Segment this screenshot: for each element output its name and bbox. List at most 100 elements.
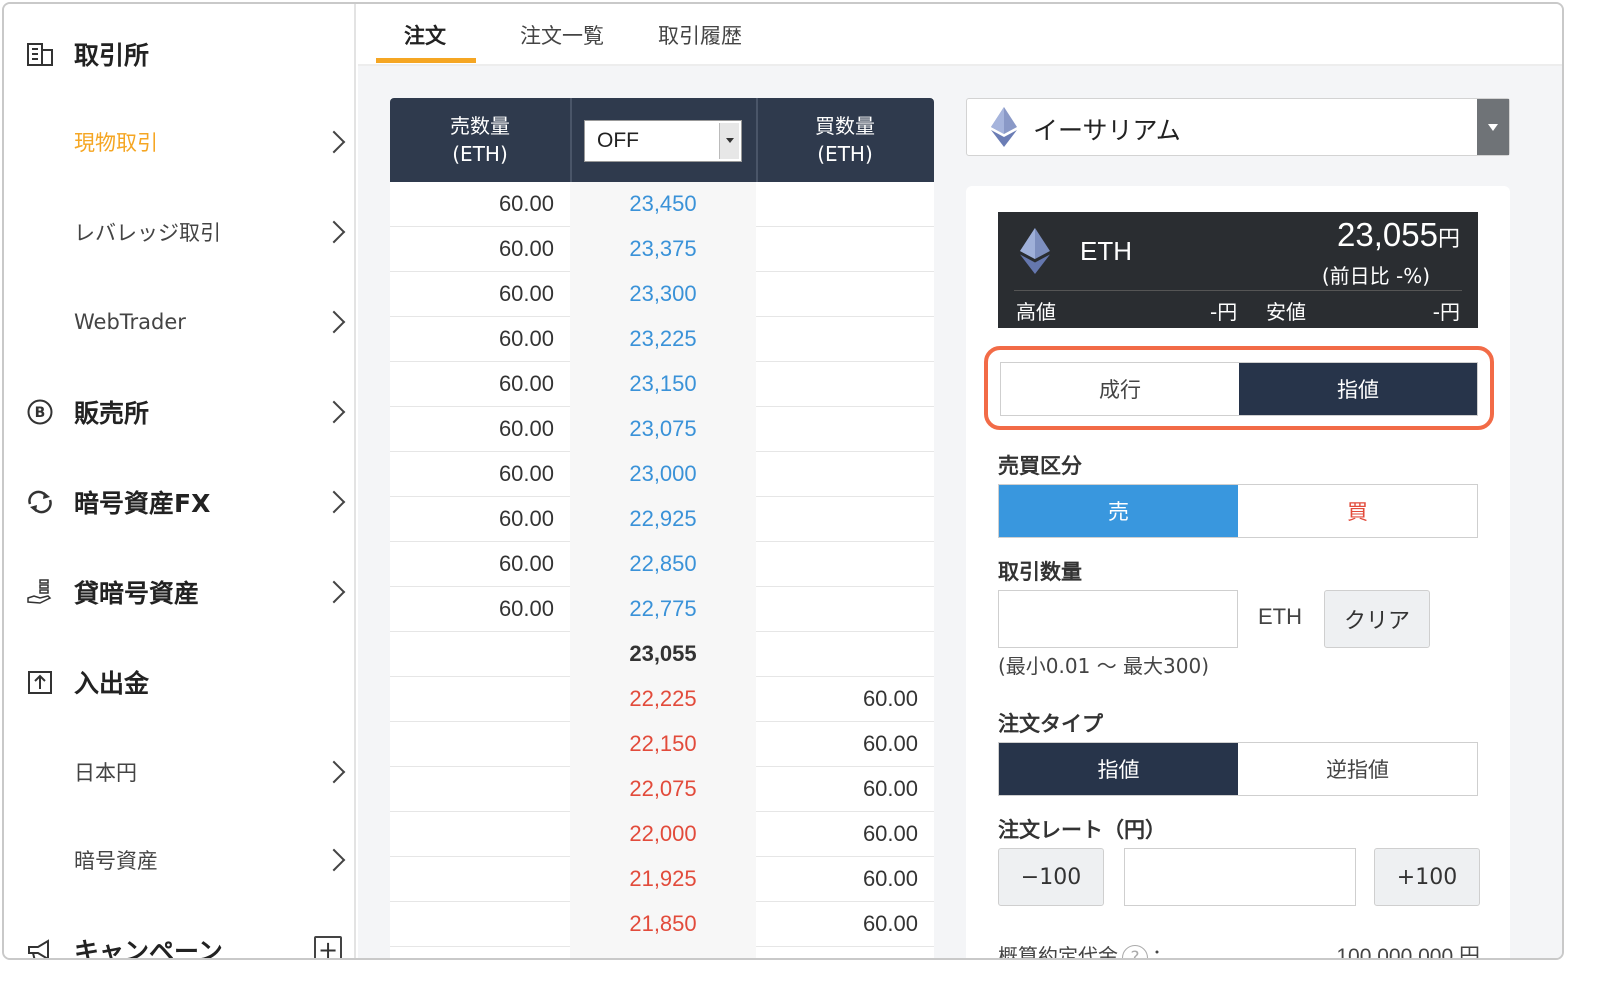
estimate-label: 概算約定代金 bbox=[998, 944, 1118, 960]
sidebar-item-spot[interactable]: 現物取引 bbox=[4, 112, 356, 172]
sidebar-item-exchange[interactable]: 取引所 bbox=[4, 24, 356, 84]
low-label: 安値 bbox=[1266, 300, 1306, 324]
buy-qty-cell: 60.00 bbox=[862, 686, 918, 711]
ticker-price-unit: 円 bbox=[1437, 226, 1460, 251]
price-cell-bg bbox=[570, 947, 756, 958]
tab-order-list[interactable]: 注文一覧 bbox=[520, 20, 604, 50]
tab-trade-history[interactable]: 取引履歴 bbox=[658, 20, 742, 50]
sell-qty-cell: 60.00 bbox=[498, 596, 554, 621]
rate-label: 注文レート（円） bbox=[998, 818, 1166, 842]
market-order-button[interactable]: 成行 bbox=[1001, 363, 1239, 415]
order-book-row[interactable]: 22,075 60.00 bbox=[390, 767, 934, 812]
order-book-row[interactable]: 60.00 22,850 bbox=[390, 542, 934, 587]
order-book-row[interactable]: 60.00 23,375 bbox=[390, 227, 934, 272]
chevron-right-icon bbox=[322, 130, 346, 154]
type-limit-button[interactable]: 指値 bbox=[999, 743, 1238, 795]
chevron-right-icon bbox=[322, 220, 346, 244]
sidebar-item-label: WebTrader bbox=[74, 310, 186, 334]
dropdown-arrow-icon bbox=[719, 123, 739, 159]
sidebar-item-label: 暗号資産 bbox=[74, 849, 158, 873]
chevron-right-icon bbox=[322, 490, 346, 514]
high-value: -円 bbox=[1210, 300, 1238, 324]
buy-button[interactable]: 買 bbox=[1238, 485, 1477, 537]
ask-price-cell: 22,850 bbox=[629, 551, 697, 576]
limit-order-button[interactable]: 指値 bbox=[1239, 363, 1477, 415]
sell-qty-cell: 60.00 bbox=[498, 236, 554, 261]
order-book-row[interactable]: 60.00 22,925 bbox=[390, 497, 934, 542]
sidebar-item-crypto[interactable]: 暗号資産 bbox=[4, 830, 356, 890]
sidebar-item-campaign[interactable]: キャンペーン + bbox=[4, 920, 356, 958]
chevron-right-icon bbox=[322, 400, 346, 424]
ask-price-cell: 23,150 bbox=[629, 371, 697, 396]
order-book-row[interactable]: 21,925 60.00 bbox=[390, 857, 934, 902]
sidebar-item-leverage[interactable]: レバレッジ取引 bbox=[4, 202, 356, 262]
order-book-row[interactable]: 60.00 23,300 bbox=[390, 272, 934, 317]
low-value: -円 bbox=[1432, 300, 1460, 324]
dropdown-arrow-icon bbox=[1477, 99, 1509, 155]
chevron-right-icon bbox=[322, 848, 346, 872]
hand-coins-icon bbox=[24, 576, 56, 608]
sell-qty-header: 売数量 (ETH) bbox=[390, 112, 570, 168]
order-book-row[interactable]: 21,850 60.00 bbox=[390, 902, 934, 947]
clear-button[interactable]: クリア bbox=[1324, 590, 1430, 648]
order-book-row[interactable]: 60.00 23,000 bbox=[390, 452, 934, 497]
order-book-row[interactable]: 60.00 23,450 bbox=[390, 182, 934, 227]
price-grouping-select[interactable]: OFF bbox=[584, 120, 742, 162]
ethereum-icon bbox=[991, 107, 1017, 151]
expand-plus-icon[interactable]: + bbox=[314, 936, 342, 958]
order-panel: ETH 23,055円 (前日比 -%) 高値 -円 安値 -円 成行 指値 売… bbox=[966, 186, 1510, 960]
order-book-row[interactable]: 22,150 60.00 bbox=[390, 722, 934, 767]
sell-qty-cell: 60.00 bbox=[498, 506, 554, 531]
chevron-right-icon bbox=[322, 310, 346, 334]
rate-minus-button[interactable]: −100 bbox=[998, 848, 1104, 906]
qty-input[interactable] bbox=[998, 590, 1238, 648]
order-book-row[interactable]: 22,225 60.00 bbox=[390, 677, 934, 722]
sidebar-item-label: 貸暗号資産 bbox=[74, 579, 200, 608]
price-grouping-value: OFF bbox=[597, 129, 639, 152]
order-book-row[interactable]: 60.00 23,225 bbox=[390, 317, 934, 362]
sell-qty-cell: 60.00 bbox=[498, 461, 554, 486]
order-book-row[interactable]: 23,055 bbox=[390, 632, 934, 677]
order-book-row[interactable]: 22,000 60.00 bbox=[390, 812, 934, 857]
order-book-row[interactable] bbox=[390, 947, 934, 958]
sidebar-item-jpy[interactable]: 日本円 bbox=[4, 742, 356, 802]
sell-button[interactable]: 売 bbox=[999, 485, 1238, 537]
order-book-row[interactable]: 60.00 23,075 bbox=[390, 407, 934, 452]
header-divider bbox=[570, 98, 572, 182]
rate-input[interactable] bbox=[1124, 848, 1356, 906]
help-icon[interactable]: ? bbox=[1122, 944, 1148, 958]
deposit-box-icon bbox=[24, 666, 56, 698]
order-book-row[interactable]: 60.00 23,150 bbox=[390, 362, 934, 407]
asset-select[interactable]: イーサリアム bbox=[966, 98, 1510, 156]
sidebar-item-webtrader[interactable]: WebTrader bbox=[4, 292, 356, 352]
ticker-price-value: 23,055 bbox=[1337, 216, 1438, 253]
buy-qty-cell: 60.00 bbox=[862, 866, 918, 891]
sell-qty-cell: 60.00 bbox=[498, 191, 554, 216]
sidebar-item-sales[interactable]: B 販売所 bbox=[4, 382, 356, 442]
sidebar-item-label: 暗号資産FX bbox=[74, 489, 211, 518]
sidebar-item-label: 取引所 bbox=[74, 41, 150, 70]
chevron-right-icon bbox=[322, 580, 346, 604]
buy-qty-cell: 60.00 bbox=[862, 776, 918, 801]
order-book-header: 売数量 (ETH) OFF 買数量 (ETH) bbox=[390, 98, 934, 182]
last-price-cell: 23,055 bbox=[629, 641, 697, 666]
sidebar-item-label: 現物取引 bbox=[74, 131, 158, 155]
asset-select-value: イーサリアム bbox=[1033, 116, 1181, 145]
estimate-colon: ： bbox=[1152, 944, 1172, 960]
sidebar-item-lending[interactable]: 貸暗号資産 bbox=[4, 562, 356, 622]
sidebar-item-deposit[interactable]: 入出金 bbox=[4, 652, 356, 712]
qty-hint: (最小0.01 〜 最大300) bbox=[998, 654, 1210, 678]
sidebar-item-fx[interactable]: 暗号資産FX bbox=[4, 472, 356, 532]
tab-order[interactable]: 注文 bbox=[404, 20, 446, 50]
buy-qty-cell: 60.00 bbox=[862, 821, 918, 846]
tab-bar: 注文 注文一覧 取引履歴 bbox=[358, 4, 1562, 66]
type-stop-button[interactable]: 逆指値 bbox=[1238, 743, 1477, 795]
order-book-row[interactable]: 60.00 22,775 bbox=[390, 587, 934, 632]
buy-qty-header: 買数量 (ETH) bbox=[756, 112, 934, 168]
buy-qty-cell: 60.00 bbox=[862, 731, 918, 756]
ticker-divider bbox=[1014, 290, 1462, 291]
bid-price-cell: 22,000 bbox=[629, 821, 697, 846]
rate-plus-button[interactable]: +100 bbox=[1374, 848, 1480, 906]
bid-price-cell: 22,150 bbox=[629, 731, 697, 756]
buy-qty-header-unit: (ETH) bbox=[817, 142, 873, 166]
